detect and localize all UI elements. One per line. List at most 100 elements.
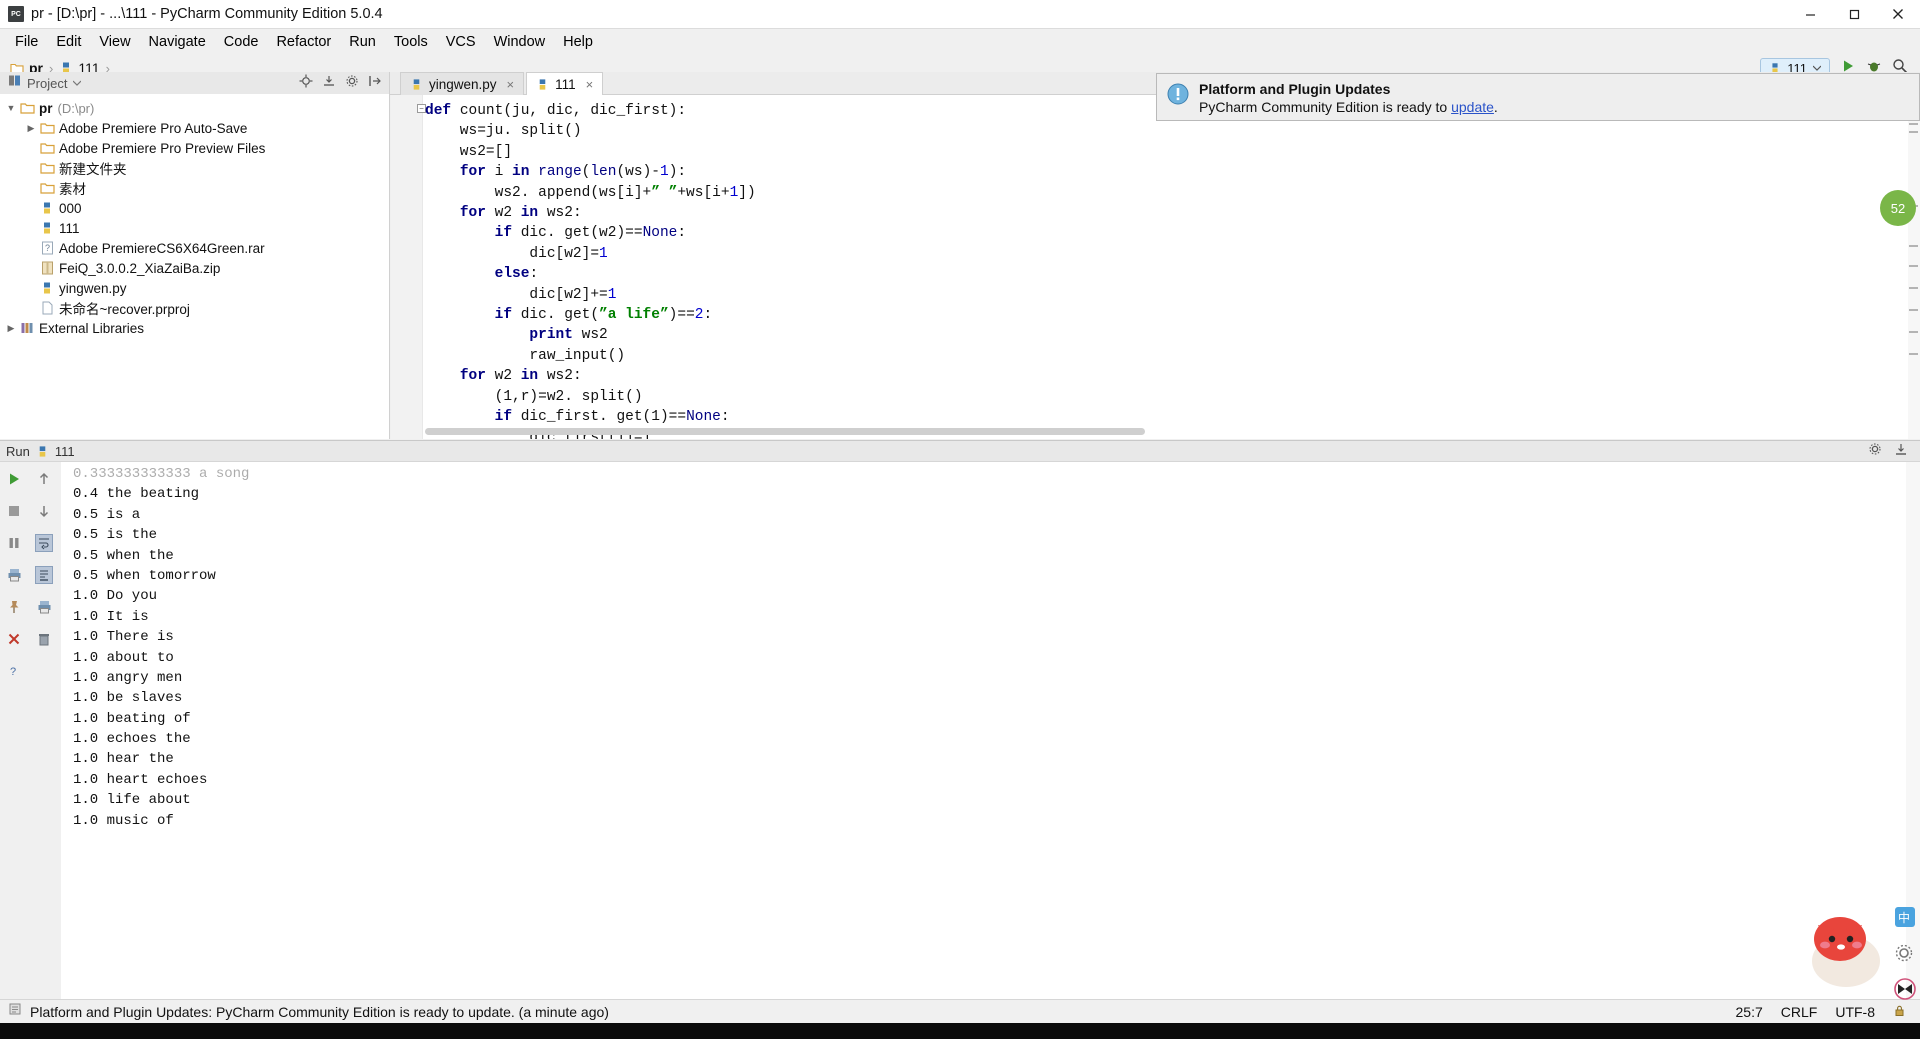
lock-icon[interactable]	[1893, 1004, 1906, 1020]
menu-navigate[interactable]: Navigate	[140, 32, 215, 52]
print-icon[interactable]	[35, 598, 53, 616]
minimize-icon[interactable]	[1788, 0, 1832, 29]
menu-help[interactable]: Help	[554, 32, 602, 52]
console-line: 1.0 There is	[73, 629, 174, 646]
chevron-right-icon[interactable]: ▶	[24, 123, 38, 134]
status-message[interactable]: Platform and Plugin Updates: PyCharm Com…	[30, 1004, 609, 1020]
editor-tab-111[interactable]: 111 ×	[526, 72, 604, 95]
close-icon[interactable]	[5, 630, 23, 648]
console-line: 0.4 the beating	[73, 486, 200, 503]
scroll-end-icon[interactable]	[35, 566, 53, 584]
code-token: None	[642, 225, 678, 242]
maximize-icon[interactable]	[1832, 0, 1876, 29]
editor-code[interactable]: def count(ju, dic, dic_first): ws=ju. sp…	[425, 101, 756, 439]
chevron-down-icon[interactable]	[73, 80, 82, 86]
menu-refactor[interactable]: Refactor	[267, 32, 340, 52]
editor-tab-yingwen[interactable]: yingwen.py ×	[400, 72, 525, 95]
project-tree[interactable]: ▼ pr (D:\pr) ▶ Adobe Premiere Pro Auto-Save A…	[0, 94, 390, 439]
collapse-all-icon[interactable]	[322, 74, 336, 93]
code-token: range	[538, 164, 582, 181]
notification-balloon[interactable]: Platform and Plugin Updates PyCharm Comm…	[1156, 73, 1920, 121]
code-token: :	[677, 225, 687, 242]
code-token: ws2:	[538, 205, 582, 222]
arrow-up-icon[interactable]	[35, 470, 53, 488]
arrow-down-icon[interactable]	[35, 502, 53, 520]
code-token: :	[703, 307, 713, 324]
code-line: raw_input()	[425, 346, 756, 366]
tree-item[interactable]: 000	[0, 198, 389, 218]
window-title: pr - [D:\pr] - ...\111 - PyCharm Communi…	[31, 6, 383, 22]
run-panel-header: Run 111	[0, 440, 1920, 462]
pause-icon[interactable]	[5, 534, 23, 552]
run-panel-actions	[1868, 442, 1920, 461]
chevron-down-icon[interactable]: ▼	[4, 103, 18, 113]
tree-item[interactable]: ▼ pr (D:\pr)	[0, 98, 389, 118]
gear-icon[interactable]	[345, 74, 359, 93]
line-separator[interactable]: CRLF	[1781, 1004, 1818, 1020]
menu-vcs[interactable]: VCS	[437, 32, 485, 52]
help-icon[interactable]: ?	[5, 662, 23, 680]
stop-icon[interactable]	[5, 502, 23, 520]
tree-item[interactable]: Adobe Premiere Pro Preview Files	[0, 138, 389, 158]
editor-marker-rail[interactable]	[1908, 95, 1920, 439]
encoding[interactable]: UTF-8	[1835, 1004, 1875, 1020]
tree-item[interactable]: ? Adobe PremiereCS6X64Green.rar	[0, 238, 389, 258]
editor-gutter[interactable]	[391, 95, 423, 439]
console-line: 1.0 beating of	[73, 710, 191, 727]
tree-item[interactable]: ▶ Adobe Premiere Pro Auto-Save	[0, 118, 389, 138]
pin-icon[interactable]	[5, 598, 23, 616]
python-file-icon	[38, 221, 56, 235]
hide-icon[interactable]	[368, 74, 382, 93]
code-editor[interactable]: − def count(ju, dic, dic_first): ws=ju. …	[391, 95, 1920, 439]
soft-wrap-icon[interactable]	[35, 534, 53, 552]
notification-update-link[interactable]: update	[1451, 99, 1494, 115]
event-log-icon[interactable]	[8, 1002, 22, 1021]
tree-item[interactable]: 未命名~recover.prproj	[0, 298, 389, 318]
menu-view[interactable]: View	[90, 32, 139, 52]
menu-code[interactable]: Code	[215, 32, 268, 52]
tree-item[interactable]: ▶ External Libraries	[0, 318, 389, 338]
tree-item[interactable]: yingwen.py	[0, 278, 389, 298]
code-token: else	[494, 266, 530, 283]
code-line: ws=ju. split()	[425, 121, 756, 141]
console-line: 1.0 life about	[73, 792, 191, 809]
code-token: dic_first. get(1)==	[512, 409, 687, 426]
code-token: dic[w2]+=	[425, 286, 608, 303]
print-icon[interactable]	[5, 566, 23, 584]
hide-icon[interactable]	[1894, 442, 1908, 461]
tree-item[interactable]: 111	[0, 218, 389, 238]
code-line: if dic. get(”a life”)==2:	[425, 305, 756, 325]
archive-file-icon	[38, 261, 56, 275]
tree-item[interactable]: 新建文件夹	[0, 158, 389, 178]
editor-horizontal-scrollbar[interactable]	[425, 428, 1145, 435]
code-token: 1	[607, 286, 617, 303]
menu-edit[interactable]: Edit	[47, 32, 90, 52]
tree-item-label: pr	[39, 100, 53, 116]
menu-file[interactable]: File	[6, 32, 47, 52]
rerun-icon[interactable]	[5, 470, 23, 488]
code-token: ws2. append(ws[i]+	[425, 184, 652, 201]
console-line: 1.0 heart echoes	[73, 771, 208, 788]
code-line: dic[w2]+=1	[425, 285, 756, 305]
caret-position[interactable]: 25:7	[1736, 1004, 1763, 1020]
code-line: ws2=[]	[425, 142, 756, 162]
tree-item[interactable]: 素材	[0, 178, 389, 198]
side-badge[interactable]: 52	[1880, 190, 1916, 226]
menu-tools[interactable]: Tools	[385, 32, 437, 52]
code-token: len	[590, 164, 617, 181]
gear-icon[interactable]	[1868, 442, 1882, 461]
menu-run[interactable]: Run	[340, 32, 385, 52]
tree-item[interactable]: FeiQ_3.0.0.2_XiaZaiBa.zip	[0, 258, 389, 278]
editor-tab-label: yingwen.py	[429, 76, 497, 92]
run-console-output[interactable]: 0.333333333333 a song 0.4 the beating 0.5 …	[61, 462, 1906, 1020]
locate-icon[interactable]	[299, 74, 313, 93]
menu-window[interactable]: Window	[485, 32, 555, 52]
close-icon[interactable]: ×	[507, 77, 515, 92]
tree-item-label: 素材	[59, 182, 86, 197]
chevron-right-icon[interactable]: ▶	[4, 323, 18, 334]
trash-icon[interactable]	[35, 630, 53, 648]
close-icon[interactable]: ×	[586, 77, 594, 92]
close-icon[interactable]	[1876, 0, 1920, 29]
console-line: 1.0 hear the	[73, 751, 174, 768]
